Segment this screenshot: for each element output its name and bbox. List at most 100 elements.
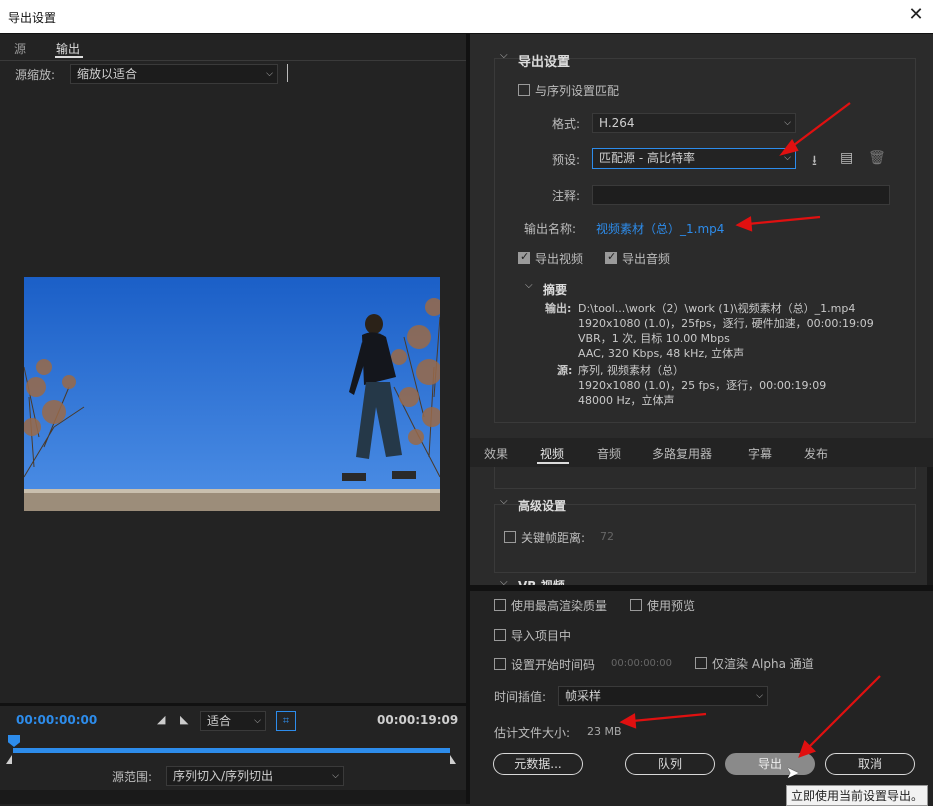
export-audio-checkbox[interactable] xyxy=(605,250,617,264)
preset-value: 匹配源 - 高比特率 xyxy=(599,151,695,165)
alpha-only-checkbox[interactable] xyxy=(695,657,707,669)
summary-output-key: 输出: xyxy=(545,302,572,315)
fit-value: 适合 xyxy=(207,714,232,728)
tab-publish[interactable]: 发布 xyxy=(804,445,828,462)
previous-section-box xyxy=(494,467,916,489)
crop-icon[interactable]: ⌗ xyxy=(276,711,296,731)
background-strip xyxy=(0,790,466,804)
queue-button[interactable]: 队列 xyxy=(625,753,715,775)
match-sequence-checkbox[interactable] xyxy=(518,84,530,96)
tab-underline xyxy=(55,56,83,58)
summary-line: VBR，1 次, 目标 10.00 Mbps xyxy=(578,332,730,345)
tab-multiplexer[interactable]: 多路复用器 xyxy=(652,445,712,462)
summary-line: 1920x1080 (1.0)，25 fps，逐行，00:00:19:09 xyxy=(578,379,827,392)
tab-content: ⌵ 高级设置 关键帧距离: 72 ⌵ VR 视频 xyxy=(470,467,933,585)
file-size-value: 23 MB xyxy=(587,725,622,738)
summary-line: 序列, 视频素材（总） xyxy=(578,364,684,377)
collapse-chevron-icon[interactable]: ⌵ xyxy=(500,496,508,507)
file-size-label: 估计文件大小: xyxy=(494,726,571,740)
source-scale-value: 缩放以适合 xyxy=(77,67,138,81)
set-out-point-icon[interactable]: ◣ xyxy=(180,713,188,726)
time-interpolation-value: 帧采样 xyxy=(565,689,602,703)
timeline-range-bar[interactable] xyxy=(13,748,450,753)
tab-effects[interactable]: 效果 xyxy=(484,445,508,462)
fit-select[interactable]: 适合 ⌵ xyxy=(200,711,266,731)
tab-source[interactable]: 源 xyxy=(14,40,26,57)
playhead-timecode[interactable]: 00:00:00:00 xyxy=(16,713,97,727)
set-timecode-checkbox[interactable] xyxy=(494,658,506,670)
collapse-chevron-icon[interactable]: ⌵ xyxy=(525,280,533,291)
window-title: 导出设置 xyxy=(8,11,57,25)
keyframe-distance-value[interactable]: 72 xyxy=(600,530,614,543)
source-range-value: 序列切入/序列切出 xyxy=(173,769,274,783)
tab-captions[interactable]: 字幕 xyxy=(748,445,772,462)
tab-underline xyxy=(537,462,569,464)
delete-preset-icon[interactable]: 🗑 xyxy=(868,150,886,166)
export-audio-label: 导出音频 xyxy=(622,252,671,266)
output-name-link[interactable]: 视频素材（总）_1.mp4 xyxy=(596,220,724,237)
chevron-down-icon: ⌵ xyxy=(756,691,763,701)
summary-line: AAC, 320 Kbps, 48 kHz, 立体声 xyxy=(578,347,745,360)
duration-timecode: 00:00:19:09 xyxy=(377,713,459,727)
close-icon[interactable]: ✕ xyxy=(905,4,927,26)
video-preview xyxy=(24,277,440,511)
chevron-down-icon: ⌵ xyxy=(784,118,791,128)
comment-label: 注释: xyxy=(552,189,581,203)
use-preview-checkbox[interactable] xyxy=(630,599,642,611)
preview-frame-image xyxy=(24,277,440,511)
use-preview-label: 使用预览 xyxy=(647,599,696,613)
source-scale-select[interactable]: 缩放以适合 ⌵ xyxy=(70,64,278,84)
tab-audio[interactable]: 音频 xyxy=(597,445,621,462)
max-quality-checkbox[interactable] xyxy=(494,599,506,611)
export-video-checkbox[interactable] xyxy=(518,250,530,264)
time-interpolation-select[interactable]: 帧采样 ⌵ xyxy=(558,686,768,706)
import-preset-icon[interactable]: ▤ xyxy=(840,150,853,166)
collapse-chevron-icon[interactable]: ⌵ xyxy=(500,577,508,585)
match-sequence-label: 与序列设置匹配 xyxy=(535,84,620,98)
tab-video[interactable]: 视频 xyxy=(540,445,564,462)
collapse-chevron-icon[interactable]: ⌵ xyxy=(500,50,508,61)
tab-output[interactable]: 输出 xyxy=(56,40,80,57)
section-title: 导出设置 xyxy=(518,55,571,70)
import-project-label: 导入项目中 xyxy=(511,629,572,643)
in-point-marker[interactable] xyxy=(6,755,12,764)
summary-output: D:\tool...\work（2）\work (1)\视频素材（总）_1.mp… xyxy=(578,301,898,361)
output-name-label: 输出名称: xyxy=(524,222,577,236)
metadata-button[interactable]: 元数据... xyxy=(493,753,583,775)
format-label: 格式: xyxy=(552,117,581,131)
out-point-marker[interactable] xyxy=(450,755,456,764)
export-video-label: 导出视频 xyxy=(535,252,584,266)
format-value: H.264 xyxy=(599,116,635,130)
cancel-button[interactable]: 取消 xyxy=(825,753,915,775)
set-in-point-icon[interactable]: ◢ xyxy=(157,713,165,726)
source-range-label: 源范围: xyxy=(112,770,153,784)
chevron-down-icon: ⌵ xyxy=(254,716,261,726)
title-bar: 导出设置 ✕ xyxy=(0,0,933,33)
summary-line: 1920x1080 (1.0)，25fps，逐行, 硬件加速，00:00:19:… xyxy=(578,317,874,330)
source-range-select[interactable]: 序列切入/序列切出 ⌵ xyxy=(166,766,344,786)
keyframe-distance-label: 关键帧距离: xyxy=(521,531,586,545)
comment-input[interactable] xyxy=(592,185,890,205)
separator xyxy=(287,64,288,82)
summary-line: D:\tool...\work（2）\work (1)\视频素材（总）_1.mp… xyxy=(578,302,856,315)
alpha-only-label: 仅渲染 Alpha 通道 xyxy=(712,657,814,671)
summary-title: 摘要 xyxy=(543,283,568,297)
set-timecode-label: 设置开始时间码 xyxy=(511,658,596,672)
keyframe-distance-checkbox[interactable] xyxy=(504,531,516,543)
export-button[interactable]: 导出 xyxy=(725,753,815,775)
chevron-down-icon: ⌵ xyxy=(266,69,273,79)
chevron-down-icon: ⌵ xyxy=(332,771,339,781)
vr-title: VR 视频 xyxy=(518,577,565,585)
import-project-checkbox[interactable] xyxy=(494,629,506,641)
chevron-down-icon: ⌵ xyxy=(784,153,791,163)
start-timecode-value[interactable]: 00:00:00:00 xyxy=(611,658,672,669)
scrollbar[interactable] xyxy=(927,467,933,585)
mouse-cursor-icon: ➤ xyxy=(786,763,800,782)
preset-select[interactable]: 匹配源 - 高比特率 ⌵ xyxy=(592,148,796,169)
export-tooltip: 立即使用当前设置导出。 xyxy=(786,785,929,806)
time-interpolation-label: 时间插值: xyxy=(494,690,547,704)
divider xyxy=(0,60,466,61)
save-preset-icon[interactable]: ⭳ xyxy=(812,150,817,174)
format-select[interactable]: H.264 ⌵ xyxy=(592,113,796,133)
summary-line: 48000 Hz，立体声 xyxy=(578,394,675,407)
